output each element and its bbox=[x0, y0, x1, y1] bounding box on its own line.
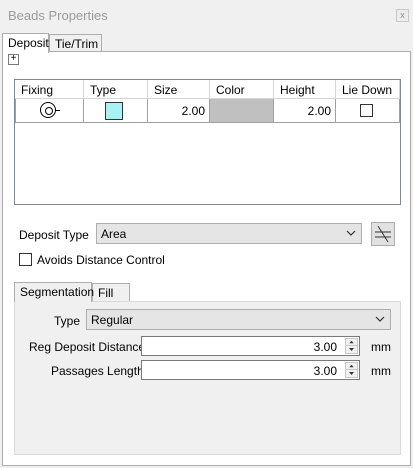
chevron-down-icon bbox=[346, 230, 356, 236]
reg-deposit-distance-label: Reg Deposit Distance bbox=[29, 340, 146, 354]
column-header-size[interactable]: Size bbox=[148, 80, 210, 99]
avoids-distance-control-checkbox[interactable] bbox=[19, 253, 32, 266]
spin-down-icon[interactable] bbox=[346, 370, 357, 377]
passages-length-label: Passages Length bbox=[51, 364, 144, 378]
size-value: 2.00 bbox=[181, 104, 205, 118]
reg-deposit-distance-value: 3.00 bbox=[313, 340, 337, 354]
segmentation-type-value: Regular bbox=[91, 313, 134, 327]
height-cell[interactable]: 2.00 bbox=[274, 99, 336, 123]
reg-deposit-distance-unit: mm bbox=[371, 340, 391, 354]
tab-fill[interactable]: Fill bbox=[92, 283, 130, 302]
deposit-type-label: Deposit Type bbox=[19, 228, 89, 242]
segmentation-type-label: Type bbox=[54, 314, 81, 328]
deposit-edit-button[interactable] bbox=[371, 222, 395, 246]
fixing-point-icon bbox=[40, 102, 56, 118]
spin-down-icon[interactable] bbox=[346, 346, 357, 353]
spin-up-icon[interactable] bbox=[346, 363, 357, 370]
title-bar: Beads Properties x bbox=[0, 0, 413, 30]
passages-length-field[interactable]: 3.00 bbox=[141, 360, 360, 380]
chevron-down-icon bbox=[375, 316, 385, 322]
grid-header: Fixing Type Size Color Height Lie Down bbox=[15, 80, 400, 99]
type-cell[interactable] bbox=[84, 99, 148, 123]
lie-down-checkbox[interactable] bbox=[360, 104, 373, 117]
fixing-tick bbox=[55, 110, 60, 111]
spin-arrows[interactable] bbox=[345, 338, 358, 354]
window-title: Beads Properties bbox=[8, 8, 108, 23]
column-header-type[interactable]: Type bbox=[84, 80, 148, 99]
deposit-type-value: Area bbox=[101, 227, 127, 241]
reg-deposit-distance-field[interactable]: 3.00 bbox=[141, 336, 360, 356]
table-row[interactable]: 2.00 2.00 bbox=[15, 99, 400, 123]
column-header-height[interactable]: Height bbox=[274, 80, 336, 99]
column-header-lie-down[interactable]: Lie Down bbox=[336, 80, 400, 99]
avoids-distance-control-label: Avoids Distance Control bbox=[37, 253, 165, 267]
color-cell[interactable] bbox=[210, 99, 274, 123]
size-cell[interactable]: 2.00 bbox=[148, 99, 210, 123]
tab-segmentation[interactable]: Segmentation bbox=[14, 282, 94, 302]
crossed-lines-icon bbox=[375, 225, 391, 243]
beads-grid: Fixing Type Size Color Height Lie Down 2… bbox=[14, 79, 401, 205]
tab-deposit[interactable]: Deposit bbox=[2, 33, 49, 53]
add-bead-button[interactable]: + bbox=[8, 54, 19, 65]
spin-arrows[interactable] bbox=[345, 362, 358, 378]
passages-length-unit: mm bbox=[371, 364, 391, 378]
column-header-fixing[interactable]: Fixing bbox=[15, 80, 84, 99]
height-value: 2.00 bbox=[307, 104, 331, 118]
spin-up-icon[interactable] bbox=[346, 339, 357, 346]
lie-down-cell[interactable] bbox=[336, 99, 400, 123]
passages-length-value: 3.00 bbox=[313, 364, 337, 378]
deposit-type-select[interactable]: Area bbox=[96, 223, 362, 244]
type-color-swatch[interactable] bbox=[105, 102, 123, 120]
fixing-cell[interactable] bbox=[15, 99, 84, 123]
close-button[interactable]: x bbox=[396, 9, 409, 22]
column-header-color[interactable]: Color bbox=[210, 80, 274, 99]
segmentation-type-select[interactable]: Regular bbox=[86, 309, 391, 330]
